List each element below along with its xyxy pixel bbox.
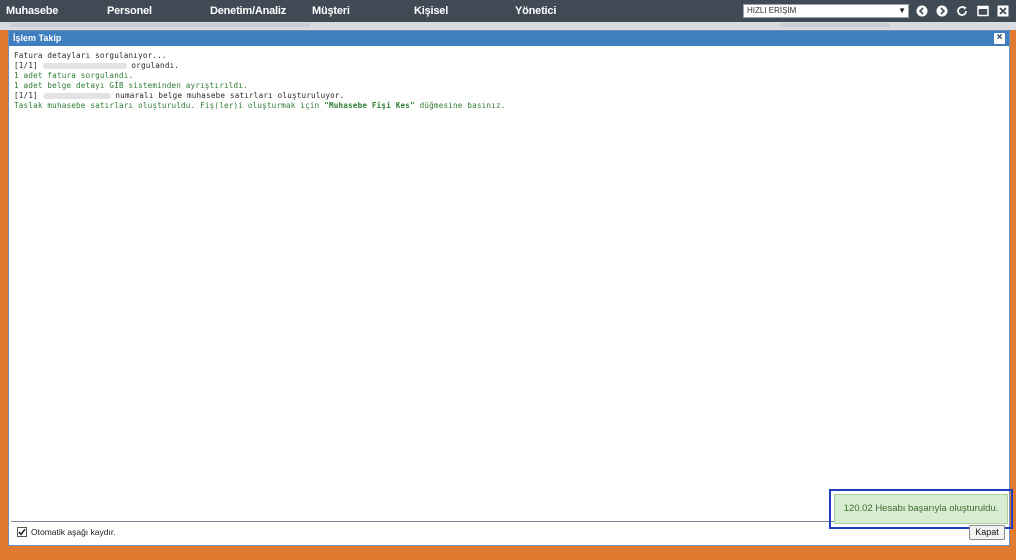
- background-page-strip: [0, 22, 1016, 30]
- log-line: Taslak muhasebe satırları oluşturuldu. F…: [14, 101, 506, 111]
- nav-item-muhasebe[interactable]: Muhasebe: [6, 0, 58, 22]
- chevron-down-icon: ▼: [898, 6, 906, 15]
- background-hint: [780, 23, 890, 27]
- auto-scroll-label: Otomatik aşağı kaydır.: [31, 527, 116, 537]
- log-output[interactable]: Fatura detayları sorgulanıyor... [1/1] o…: [11, 47, 1007, 522]
- back-icon[interactable]: [915, 4, 929, 18]
- log-text: orgulandı.: [126, 61, 180, 70]
- process-tracking-dialog: İşlem Takip × Fatura detayları sorgulanı…: [8, 30, 1013, 546]
- auto-scroll-checkbox[interactable]: [17, 527, 27, 537]
- log-line: [1/1] orgulandı.: [14, 61, 179, 71]
- nav-item-kisisel[interactable]: Kişisel: [414, 0, 448, 22]
- redacted-text: [42, 63, 127, 69]
- close-icon[interactable]: [996, 4, 1010, 18]
- background-hint: [10, 23, 310, 27]
- log-line: 1 adet fatura sorgulandı.: [14, 71, 133, 81]
- log-line: 1 adet belge detayı GİB sisteminden ayrı…: [14, 81, 248, 91]
- success-toast[interactable]: 120.02 Hesabı başarıyla oluşturuldu.: [834, 494, 1008, 524]
- dialog-titlebar: İşlem Takip ×: [9, 31, 1009, 46]
- checkmark-icon: [18, 528, 26, 536]
- log-text: 1 adet fatura sorgulandı.: [14, 71, 134, 80]
- forward-icon[interactable]: [935, 4, 949, 18]
- log-text: [1/1]: [14, 61, 43, 70]
- log-text: numaralı belge muhasebe satırları oluştu…: [110, 91, 345, 100]
- maximize-icon[interactable]: [976, 4, 990, 18]
- close-button[interactable]: Kapat: [969, 525, 1005, 540]
- log-text-strong: "Muhasebe Fişi Kes": [324, 101, 415, 110]
- log-text: [1/1]: [14, 91, 43, 100]
- top-nav-bar: Muhasebe Personel Denetim/Analiz Müşteri…: [0, 0, 1016, 22]
- dialog-close-icon[interactable]: ×: [994, 33, 1005, 44]
- refresh-icon[interactable]: [955, 4, 969, 18]
- log-text: Fatura detayları sorgulanıyor...: [14, 51, 167, 60]
- nav-item-personel[interactable]: Personel: [107, 0, 152, 22]
- redacted-text: [42, 93, 111, 99]
- log-line: Fatura detayları sorgulanıyor...: [14, 51, 167, 61]
- quick-access-select[interactable]: HIZLI ERİŞİM ▼: [743, 4, 909, 18]
- log-text: düğmesine basınız.: [414, 101, 506, 110]
- toast-highlight-frame: 120.02 Hesabı başarıyla oluşturuldu.: [829, 489, 1013, 529]
- log-text: 1 adet belge detayı GİB sisteminden ayrı…: [14, 81, 248, 90]
- log-line: [1/1] numaralı belge muhasebe satırları …: [14, 91, 344, 101]
- quick-access-value: HIZLI ERİŞİM: [747, 6, 797, 15]
- log-text: Taslak muhasebe satırları oluşturuldu. F…: [14, 101, 325, 110]
- nav-item-yonetici[interactable]: Yönetici: [515, 0, 556, 22]
- nav-item-musteri[interactable]: Müşteri: [312, 0, 350, 22]
- dialog-title: İşlem Takip: [13, 33, 62, 43]
- nav-item-denetim-analiz[interactable]: Denetim/Analiz: [210, 0, 286, 22]
